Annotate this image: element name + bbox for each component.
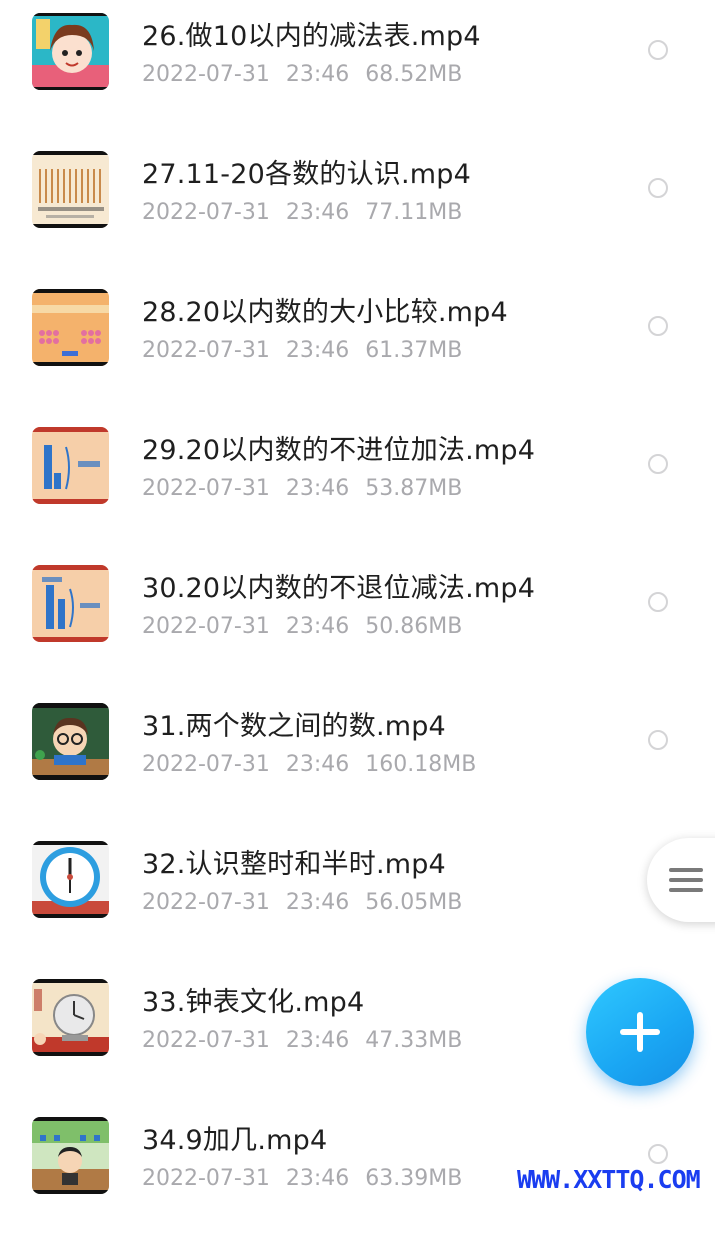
file-size: 160.18MB (365, 752, 477, 777)
select-radio[interactable] (648, 1144, 668, 1164)
list-item[interactable]: 32.认识整时和半时.mp4 2022-07-31 23:46 56.05MB (0, 828, 715, 966)
file-time: 23:46 (285, 476, 350, 501)
add-button[interactable] (586, 978, 694, 1086)
file-time: 23:46 (285, 890, 350, 915)
file-meta: 2022-07-31 23:46 63.39MB (142, 1166, 478, 1191)
file-size: 61.37MB (365, 338, 463, 363)
list-item[interactable]: 26.做10以内的减法表.mp4 2022-07-31 23:46 68.52MB (0, 0, 715, 138)
file-date: 2022-07-31 (142, 476, 270, 501)
watermark-text: WWW.XXTTQ.COM (517, 1165, 701, 1194)
file-meta: 2022-07-31 23:46 68.52MB (142, 62, 478, 87)
select-radio[interactable] (648, 592, 668, 612)
file-date: 2022-07-31 (142, 200, 270, 225)
file-time: 23:46 (285, 338, 350, 363)
file-name: 34.9加几.mp4 (142, 1125, 328, 1156)
file-size: 68.52MB (365, 62, 463, 87)
list-item[interactable]: 29.20以内数的不进位加法.mp4 2022-07-31 23:46 53.87M… (0, 414, 715, 552)
list-item[interactable]: 30.20以内数的不退位减法.mp4 2022-07-31 23:46 50.86M… (0, 552, 715, 690)
file-meta: 2022-07-31 23:46 77.11MB (142, 200, 478, 225)
teacher-cartoon-thumbnail (32, 703, 109, 780)
select-radio[interactable] (648, 316, 668, 336)
file-name: 33.钟表文化.mp4 (142, 987, 365, 1018)
file-meta: 2022-07-31 23:46 47.33MB (142, 1028, 478, 1053)
addition-blocks-thumbnail (32, 427, 109, 504)
file-meta: 2022-07-31 23:46 53.87MB (142, 476, 478, 501)
file-date: 2022-07-31 (142, 890, 270, 915)
file-size: 47.33MB (365, 1028, 463, 1053)
file-meta: 2022-07-31 23:46 61.37MB (142, 338, 478, 363)
file-date: 2022-07-31 (142, 1166, 270, 1191)
file-time: 23:46 (285, 1028, 350, 1053)
file-time: 23:46 (285, 200, 350, 225)
file-time: 23:46 (285, 62, 350, 87)
list-item[interactable]: 31.两个数之间的数.mp4 2022-07-31 23:46 160.18MB (0, 690, 715, 828)
list-item[interactable]: 28.20以内数的大小比较.mp4 2022-07-31 23:46 61.37MB (0, 276, 715, 414)
file-meta: 2022-07-31 23:46 56.05MB (142, 890, 478, 915)
file-date: 2022-07-31 (142, 614, 270, 639)
number-line-thumbnail (32, 289, 109, 366)
file-time: 23:46 (285, 614, 350, 639)
file-name: 27.11-20各数的认识.mp4 (142, 159, 471, 190)
file-size: 77.11MB (365, 200, 463, 225)
classroom-thumbnail (32, 1117, 109, 1194)
select-radio[interactable] (648, 178, 668, 198)
file-size: 63.39MB (365, 1166, 463, 1191)
file-name: 31.两个数之间的数.mp4 (142, 711, 446, 742)
cartoon-girl-thumbnail (32, 13, 109, 90)
file-size: 53.87MB (365, 476, 463, 501)
file-meta: 2022-07-31 23:46 160.18MB (142, 752, 492, 777)
file-date: 2022-07-31 (142, 338, 270, 363)
file-date: 2022-07-31 (142, 1028, 270, 1053)
file-name: 32.认识整时和半时.mp4 (142, 849, 446, 880)
clock-thumbnail (32, 841, 109, 918)
list-item[interactable]: 27.11-20各数的认识.mp4 2022-07-31 23:46 77.11MB (0, 138, 715, 276)
file-date: 2022-07-31 (142, 752, 270, 777)
counting-sticks-thumbnail (32, 151, 109, 228)
select-radio[interactable] (648, 454, 668, 474)
file-name: 26.做10以内的减法表.mp4 (142, 21, 481, 52)
file-time: 23:46 (285, 1166, 350, 1191)
file-size: 50.86MB (365, 614, 463, 639)
file-size: 56.05MB (365, 890, 463, 915)
subtraction-blocks-thumbnail (32, 565, 109, 642)
file-meta: 2022-07-31 23:46 50.86MB (142, 614, 478, 639)
file-name: 30.20以内数的不退位减法.mp4 (142, 573, 536, 604)
file-date: 2022-07-31 (142, 62, 270, 87)
select-radio[interactable] (648, 730, 668, 750)
file-name: 28.20以内数的大小比较.mp4 (142, 297, 508, 328)
antique-clock-thumbnail (32, 979, 109, 1056)
file-name: 29.20以内数的不进位加法.mp4 (142, 435, 536, 466)
select-radio[interactable] (648, 40, 668, 60)
file-time: 23:46 (285, 752, 350, 777)
